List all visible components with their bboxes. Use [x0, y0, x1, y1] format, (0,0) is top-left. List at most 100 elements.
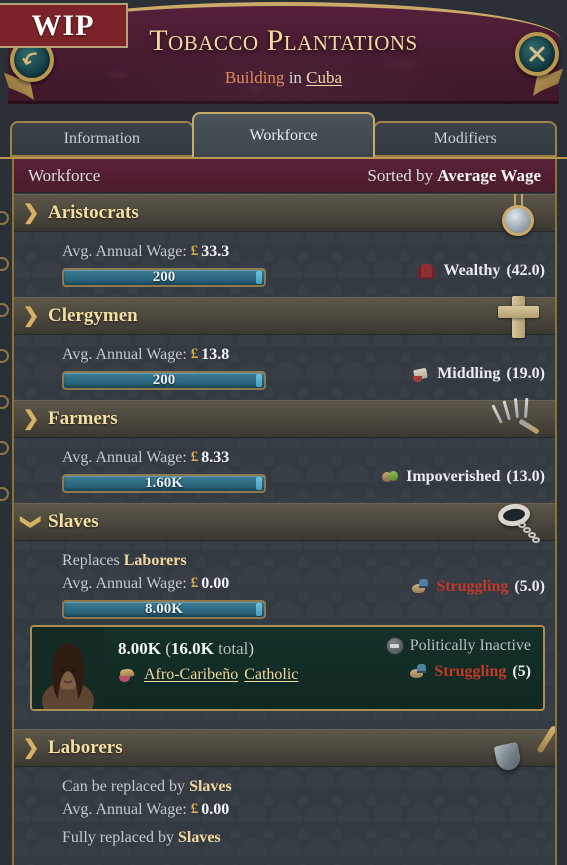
section-header-farmers[interactable]: ❯ Farmers: [14, 397, 555, 438]
wealth-label: Wealthy: [443, 262, 501, 279]
wage-value: 13.8: [201, 345, 230, 363]
wealth-value: (13.0): [506, 468, 545, 485]
sort-prefix: Sorted by: [367, 165, 438, 185]
workforce-panel: Workforce Sorted by Average Wage ❯ Arist…: [0, 157, 567, 865]
chevron-down-icon[interactable]: ❯: [20, 505, 42, 539]
employment-bar[interactable]: 1.60K: [62, 474, 266, 493]
employment-bar[interactable]: 200: [62, 371, 266, 390]
wip-badge: WIP: [0, 3, 128, 48]
subtitle-type: Building: [224, 68, 285, 87]
wage-row: Avg. Annual Wage: £ 33.3: [14, 240, 555, 263]
employment-bar[interactable]: 8.00K: [62, 600, 266, 619]
tab-modifiers[interactable]: Modifiers: [373, 121, 558, 157]
pop-info: 8.00K (16.0K total) Afro-Caribeño Cathol…: [104, 627, 543, 709]
section-header-slaves[interactable]: ❯ Slaves: [14, 501, 555, 543]
political-status: Politically Inactive: [385, 637, 531, 655]
edge-dot: [0, 349, 9, 363]
wage-label: Avg. Annual Wage:: [62, 800, 187, 818]
workforce-header-title: Workforce: [28, 165, 101, 185]
building-panel: Tobacco Plantations Building in Cuba WIP: [0, 0, 567, 865]
chevron-right-icon[interactable]: ❯: [14, 203, 48, 223]
pop-wealth-value: (5): [512, 663, 531, 680]
wealth-value: (42.0): [506, 262, 545, 279]
workforce-header-bar: Workforce Sorted by Average Wage: [14, 159, 555, 193]
section-title: Aristocrats: [48, 202, 139, 223]
section-header-aristocrats[interactable]: ❯ Aristocrats: [14, 194, 555, 236]
wealth-value: (5.0): [514, 578, 545, 595]
employment-bar[interactable]: 200: [62, 268, 266, 287]
wip-badge-label: WIP: [31, 8, 95, 42]
pop-religion-link[interactable]: Catholic: [244, 666, 298, 684]
pop-card[interactable]: 8.00K (16.0K total) Afro-Caribeño Cathol…: [30, 625, 545, 711]
section-body-clergymen: Avg. Annual Wage: £ 13.8 200 Middling (1…: [14, 335, 555, 400]
employment-value: 200: [152, 372, 176, 388]
location-link[interactable]: Cuba: [306, 68, 342, 87]
chevron-right-icon[interactable]: ❯: [14, 738, 48, 758]
wage-label: Avg. Annual Wage:: [62, 574, 187, 592]
left-edge-decoration: [0, 179, 12, 865]
section-clergymen: ❯ Clergymen Avg. Annual Wage: £ 13.8 200…: [14, 296, 555, 400]
wage-label: Avg. Annual Wage:: [62, 448, 187, 466]
wealth-status: Middling (19.0): [411, 365, 545, 383]
pop-wealth-label: Struggling: [434, 663, 507, 680]
wealth-status: Struggling (5.0): [410, 578, 545, 596]
tab-information[interactable]: Information: [10, 121, 194, 157]
chevron-right-icon[interactable]: ❯: [14, 409, 48, 429]
tab-bar: Information Workforce Modifiers: [0, 112, 567, 157]
panel-inner: Workforce Sorted by Average Wage ❯ Arist…: [12, 159, 557, 865]
section-title: Slaves: [48, 511, 99, 532]
sort-control[interactable]: Sorted by Average Wage: [367, 166, 541, 186]
pop-total: 16.0K: [170, 639, 214, 658]
section-header-clergymen[interactable]: ❯ Clergymen: [14, 296, 555, 338]
pop-status-column: Politically Inactive Struggling (5): [385, 637, 531, 681]
wage-value: 0.00: [201, 574, 230, 592]
replaced-by-row: Can be replaced by Slaves: [14, 775, 555, 798]
wage-value: 8.33: [201, 448, 230, 466]
wage-label: Avg. Annual Wage:: [62, 242, 187, 260]
edge-dot: [0, 257, 9, 271]
wealth-label: Middling: [437, 365, 501, 382]
page-subtitle: Building in Cuba: [0, 68, 567, 88]
section-slaves: ❯ Slaves Replaces Laborers Avg. Annual W…: [14, 501, 555, 729]
pop-culture-link[interactable]: Afro-Caribeño: [144, 666, 238, 684]
section-laborers: ❯ Laborers Can be replaced by Slaves Avg…: [14, 724, 555, 859]
tab-modifiers-label: Modifiers: [433, 130, 497, 147]
currency-icon: £: [190, 801, 199, 817]
wealth-label: Struggling: [436, 578, 509, 595]
replaced-by-target[interactable]: Slaves: [189, 778, 232, 796]
section-title: Farmers: [48, 408, 118, 429]
section-title: Clergymen: [48, 305, 138, 326]
section-body-aristocrats: Avg. Annual Wage: £ 33.3 200 Wealthy (42…: [14, 232, 555, 297]
edge-dot: [0, 487, 9, 501]
section-title: Laborers: [48, 737, 123, 758]
section-farmers: ❯ Farmers Avg. Annual Wage: £ 8.33 1.60K…: [14, 397, 555, 503]
section-header-laborers[interactable]: ❯ Laborers: [14, 724, 555, 773]
edge-dot: [0, 395, 9, 409]
replaces-label: Replaces: [62, 551, 120, 569]
wage-value: 0.00: [201, 800, 230, 818]
wealth-status: Impoverished (13.0): [380, 468, 545, 486]
currency-icon: £: [190, 575, 199, 591]
replaces-row: Replaces Laborers: [14, 549, 555, 572]
chevron-right-icon[interactable]: ❯: [14, 306, 48, 326]
workforce-list[interactable]: ❯ Aristocrats Avg. Annual Wage: £ 33.3 2…: [14, 194, 555, 865]
employment-value: 8.00K: [145, 601, 183, 617]
fully-replaced-target[interactable]: Slaves: [178, 829, 221, 847]
currency-icon: £: [190, 243, 199, 259]
wage-row: Avg. Annual Wage: £ 0.00: [14, 798, 555, 821]
employment-value: 1.60K: [145, 475, 183, 491]
wealth-label: Impoverished: [406, 468, 501, 485]
edge-dot: [0, 211, 9, 225]
wage-row: Avg. Annual Wage: £ 13.8: [14, 343, 555, 366]
struggling-icon: [410, 578, 430, 596]
wealth-value: (19.0): [506, 365, 545, 382]
tab-information-label: Information: [63, 130, 141, 147]
tab-workforce[interactable]: Workforce: [191, 112, 376, 157]
pop-portrait: [32, 627, 104, 709]
replaced-by-label: Can be replaced by: [62, 777, 186, 795]
employment-value: 200: [152, 269, 176, 285]
section-body-laborers: Can be replaced by Slaves Avg. Annual Wa…: [14, 767, 555, 859]
fully-replaced-row: Fully replaced by Slaves: [14, 826, 555, 849]
replaces-target[interactable]: Laborers: [124, 552, 187, 570]
wealth-status: Wealthy (42.0): [417, 262, 545, 280]
